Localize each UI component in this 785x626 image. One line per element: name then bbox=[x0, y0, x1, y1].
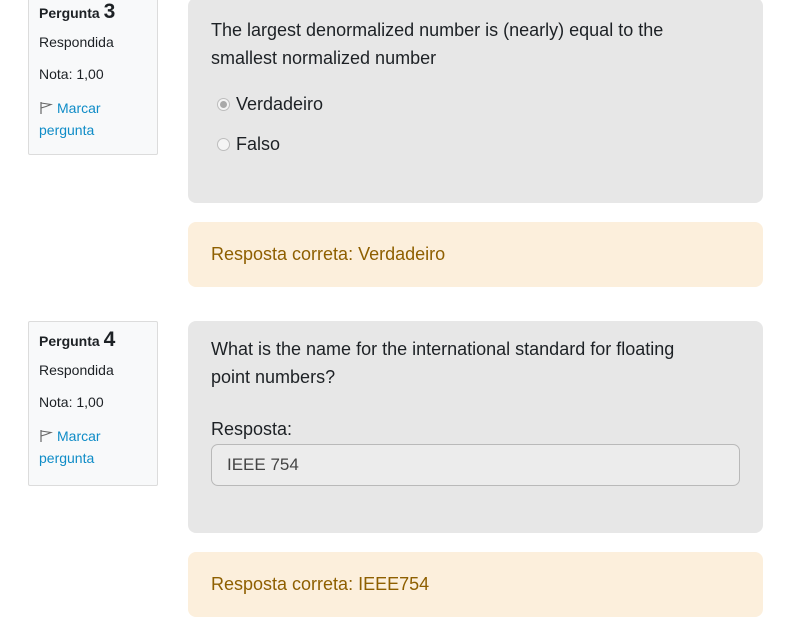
flag-icon bbox=[40, 430, 54, 442]
question-text: The largest denormalized number is (near… bbox=[211, 20, 664, 68]
options-list: Verdadeiro Falso bbox=[211, 92, 740, 156]
question-number: Pergunta 4 bbox=[39, 328, 147, 351]
question-number: Pergunta 3 bbox=[39, 0, 147, 23]
feedback-text: Resposta correta: IEEE754 bbox=[211, 574, 430, 594]
question-info-3: Pergunta 3 Respondida Nota: 1,00 Marcar … bbox=[28, 0, 158, 155]
question-state: Respondida bbox=[39, 34, 114, 50]
question-label: Pergunta bbox=[39, 5, 100, 21]
question-content-3: The largest denormalized number is (near… bbox=[188, 0, 763, 203]
question-label: Pergunta bbox=[39, 333, 100, 349]
question-state: Respondida bbox=[39, 362, 114, 378]
option-label: Verdadeiro bbox=[236, 93, 324, 114]
correct-answer-feedback-3: Resposta correta: Verdadeiro bbox=[188, 222, 763, 287]
radio-selected-icon[interactable] bbox=[217, 97, 230, 111]
question-info-4: Pergunta 4 Respondida Nota: 1,00 Marcar … bbox=[28, 321, 158, 486]
question-number-value: 3 bbox=[103, 0, 116, 23]
option-verdadeiro[interactable]: Verdadeiro bbox=[211, 92, 740, 116]
question-number-value: 4 bbox=[103, 328, 116, 351]
answer-value: IEEE 754 bbox=[227, 455, 299, 474]
option-falso[interactable]: Falso bbox=[211, 132, 740, 156]
flag-question-link[interactable]: Marcar pergunta bbox=[39, 97, 147, 141]
question-text: What is the name for the international s… bbox=[211, 339, 675, 387]
answer-input[interactable]: IEEE 754 bbox=[211, 444, 740, 486]
option-label: Falso bbox=[236, 133, 281, 154]
flag-icon bbox=[40, 102, 54, 114]
question-content-4: What is the name for the international s… bbox=[188, 321, 763, 533]
feedback-text: Resposta correta: Verdadeiro bbox=[211, 244, 446, 264]
answer-label: Resposta: bbox=[211, 419, 293, 439]
question-grade: Nota: 1,00 bbox=[39, 66, 104, 82]
question-grade: Nota: 1,00 bbox=[39, 394, 104, 410]
radio-unselected-icon[interactable] bbox=[217, 137, 230, 151]
correct-answer-feedback-4: Resposta correta: IEEE754 bbox=[188, 552, 763, 617]
flag-question-link[interactable]: Marcar pergunta bbox=[39, 425, 147, 469]
